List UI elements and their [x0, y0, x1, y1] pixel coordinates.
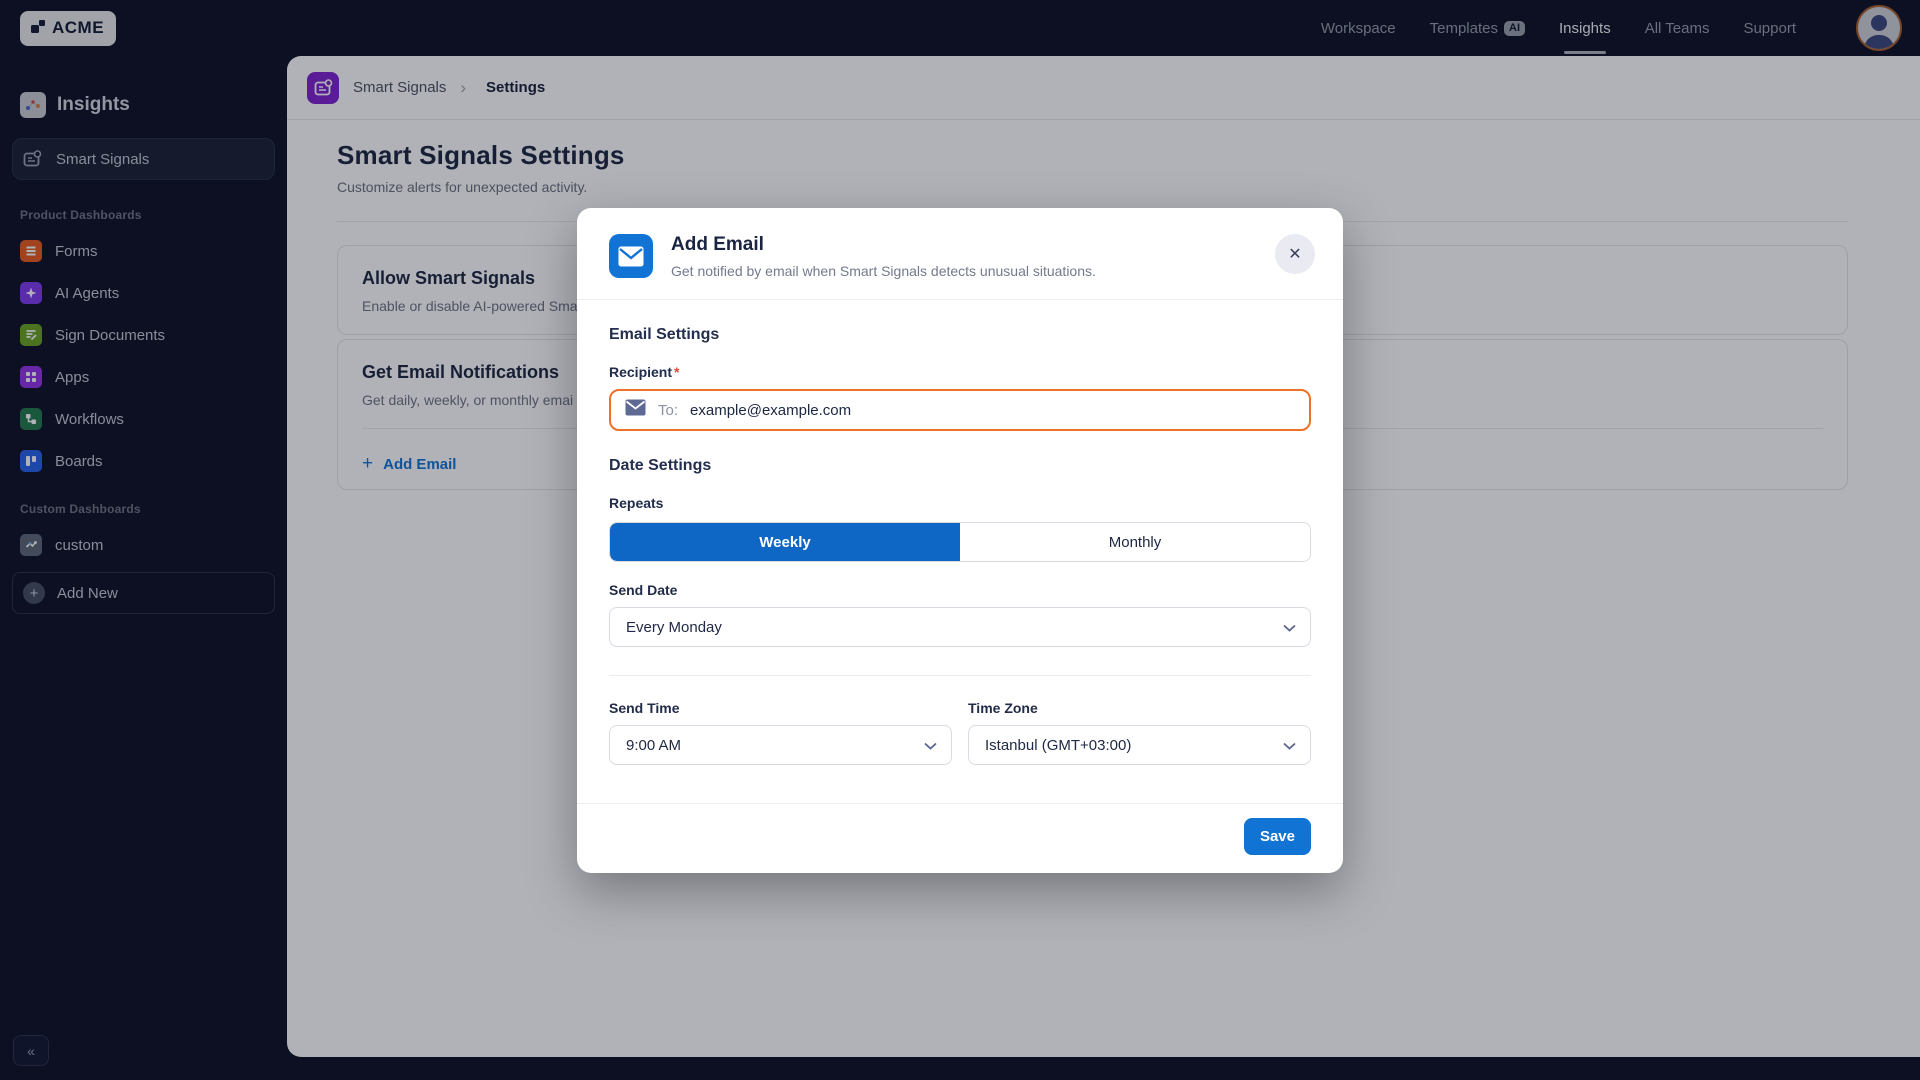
modal-body: Email Settings Recipient* To: Date Setti…: [577, 300, 1343, 803]
chevron-down-icon: [1283, 619, 1296, 636]
date-section-divider: [609, 675, 1311, 676]
close-icon: ✕: [1288, 244, 1301, 264]
recipient-input[interactable]: [690, 402, 1295, 419]
repeats-label: Repeats: [609, 495, 1311, 511]
time-zone-column: Time Zone Istanbul (GMT+03:00): [968, 680, 1311, 765]
modal-header-text: Add Email Get notified by email when Sma…: [671, 234, 1275, 279]
recipient-label-text: Recipient: [609, 364, 672, 380]
repeats-segmented-control: Weekly Monthly: [609, 522, 1311, 562]
modal-footer: Save: [577, 804, 1343, 873]
chevron-down-icon: [924, 737, 937, 754]
required-asterisk: *: [674, 364, 679, 380]
save-button[interactable]: Save: [1244, 818, 1311, 855]
repeats-option-weekly[interactable]: Weekly: [610, 523, 960, 561]
chevron-down-icon: [1283, 737, 1296, 754]
time-row: Send Time 9:00 AM Time Zone Istanbul (GM…: [609, 680, 1311, 765]
time-zone-label: Time Zone: [968, 700, 1311, 716]
send-date-select[interactable]: Every Monday: [609, 607, 1311, 647]
email-settings-heading: Email Settings: [609, 326, 1311, 344]
close-button[interactable]: ✕: [1275, 234, 1315, 274]
date-settings-heading: Date Settings: [609, 457, 1311, 475]
time-zone-value: Istanbul (GMT+03:00): [985, 737, 1131, 754]
to-prefix: To:: [658, 402, 678, 419]
send-time-label: Send Time: [609, 700, 952, 716]
send-time-value: 9:00 AM: [626, 737, 681, 754]
modal-title: Add Email: [671, 234, 1275, 256]
recipient-field[interactable]: To:: [609, 389, 1311, 431]
send-time-select[interactable]: 9:00 AM: [609, 725, 952, 765]
modal-subtitle: Get notified by email when Smart Signals…: [671, 263, 1275, 279]
send-date-value: Every Monday: [626, 619, 722, 636]
send-time-column: Send Time 9:00 AM: [609, 680, 952, 765]
time-zone-select[interactable]: Istanbul (GMT+03:00): [968, 725, 1311, 765]
modal-header: Add Email Get notified by email when Sma…: [577, 208, 1343, 299]
repeats-option-monthly[interactable]: Monthly: [960, 523, 1310, 561]
recipient-label: Recipient*: [609, 364, 1311, 380]
email-icon: [609, 234, 653, 278]
send-date-label: Send Date: [609, 582, 1311, 598]
add-email-modal: Add Email Get notified by email when Sma…: [577, 208, 1343, 873]
mail-icon: [625, 399, 646, 421]
